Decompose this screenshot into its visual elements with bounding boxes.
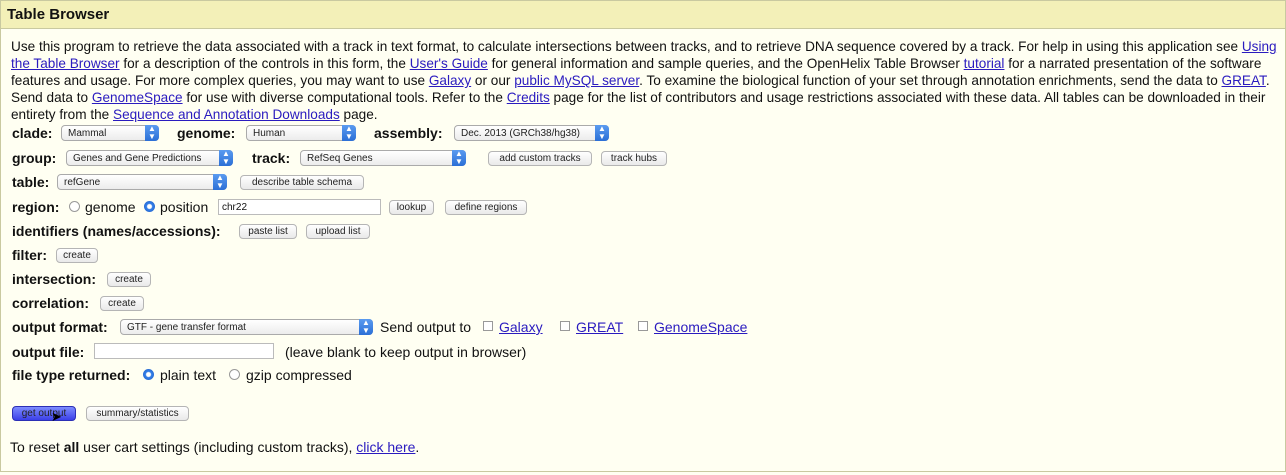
send-output-label: Send output to (380, 319, 472, 335)
link-credits[interactable]: Credits (507, 90, 550, 105)
reset-click-here-link[interactable]: click here (356, 439, 415, 455)
file-gzip-label: gzip compressed (246, 367, 352, 383)
region-label: region: (12, 199, 60, 215)
output-format-label: output format: (12, 319, 108, 335)
link-users-guide[interactable]: User's Guide (410, 56, 488, 71)
region-position-radio[interactable] (144, 201, 155, 212)
intersection-create-button[interactable]: create (107, 272, 151, 287)
select-arrow-icon: ▲ ▼ (145, 125, 159, 141)
link-great[interactable]: GREAT (1222, 73, 1266, 88)
select-arrow-icon: ▲ ▼ (213, 174, 227, 190)
select-arrow-icon: ▲ ▼ (452, 150, 466, 166)
summary-statistics-button[interactable]: summary/statistics (86, 406, 189, 421)
upload-list-button[interactable]: upload list (306, 224, 370, 239)
filter-label: filter: (12, 247, 47, 263)
select-arrow-icon: ▲ ▼ (219, 150, 233, 166)
intersection-label: intersection: (12, 271, 97, 287)
filter-create-button[interactable]: create (56, 248, 98, 263)
output-file-hint: (leave blank to keep output in browser) (285, 344, 527, 360)
send-galaxy-link[interactable]: Galaxy (499, 318, 543, 336)
file-plain-text-radio[interactable] (143, 369, 154, 380)
assembly-label: assembly: (374, 125, 443, 141)
send-great-link[interactable]: GREAT (576, 318, 623, 336)
region-genome-label: genome (85, 199, 136, 215)
select-arrow-icon: ▲ ▼ (342, 125, 356, 141)
clade-label: clade: (12, 125, 53, 141)
assembly-select[interactable]: Dec. 2013 (GRCh38/hg38) ▲ ▼ (454, 125, 609, 141)
correlation-label: correlation: (12, 295, 90, 311)
link-tutorial[interactable]: tutorial (964, 56, 1005, 71)
group-label: group: (12, 150, 57, 166)
identifiers-label: identifiers (names/accessions): (12, 223, 221, 239)
lookup-button[interactable]: lookup (389, 200, 434, 215)
group-select[interactable]: Genes and Gene Predictions ▲ ▼ (66, 150, 233, 166)
position-input[interactable]: chr22 (218, 199, 381, 215)
file-plain-text-label: plain text (160, 367, 217, 383)
link-downloads[interactable]: Sequence and Annotation Downloads (113, 107, 340, 122)
send-genomespace-checkbox[interactable] (638, 321, 648, 331)
mouse-pointer-icon: ➤ (51, 409, 62, 424)
define-regions-button[interactable]: define regions (445, 200, 527, 215)
describe-table-schema-button[interactable]: describe table schema (240, 175, 364, 190)
link-galaxy[interactable]: Galaxy (429, 73, 471, 88)
reset-line: To reset all user cart settings (includi… (10, 439, 420, 455)
get-output-button[interactable]: get output (12, 406, 76, 421)
intro-paragraph: Use this program to retrieve the data as… (11, 39, 1277, 122)
send-galaxy-checkbox[interactable] (483, 321, 493, 331)
output-file-input[interactable] (94, 343, 274, 359)
link-public-mysql[interactable]: public MySQL server (514, 73, 639, 88)
add-custom-tracks-button[interactable]: add custom tracks (488, 151, 592, 166)
table-label: table: (12, 174, 50, 190)
link-genomespace[interactable]: GenomeSpace (92, 90, 183, 105)
table-select[interactable]: refGene ▲ ▼ (57, 174, 227, 190)
genome-label: genome: (177, 125, 236, 141)
output-file-label: output file: (12, 344, 85, 360)
correlation-create-button[interactable]: create (100, 296, 144, 311)
send-genomespace-link[interactable]: GenomeSpace (654, 318, 747, 336)
region-genome-radio[interactable] (69, 201, 80, 212)
file-gzip-radio[interactable] (229, 369, 240, 380)
paste-list-button[interactable]: paste list (239, 224, 297, 239)
panel-title: Table Browser (1, 1, 1285, 29)
send-great-checkbox[interactable] (560, 321, 570, 331)
output-format-select[interactable]: GTF - gene transfer format ▲ ▼ (120, 319, 373, 335)
clade-select[interactable]: Mammal ▲ ▼ (61, 125, 159, 141)
file-type-label: file type returned: (12, 367, 131, 383)
track-label: track: (252, 150, 291, 166)
select-arrow-icon: ▲ ▼ (359, 319, 373, 335)
region-position-label: position (160, 199, 209, 215)
genome-select[interactable]: Human ▲ ▼ (246, 125, 356, 141)
track-select[interactable]: RefSeq Genes ▲ ▼ (300, 150, 466, 166)
track-hubs-button[interactable]: track hubs (601, 151, 667, 166)
select-arrow-icon: ▲ ▼ (595, 125, 609, 141)
